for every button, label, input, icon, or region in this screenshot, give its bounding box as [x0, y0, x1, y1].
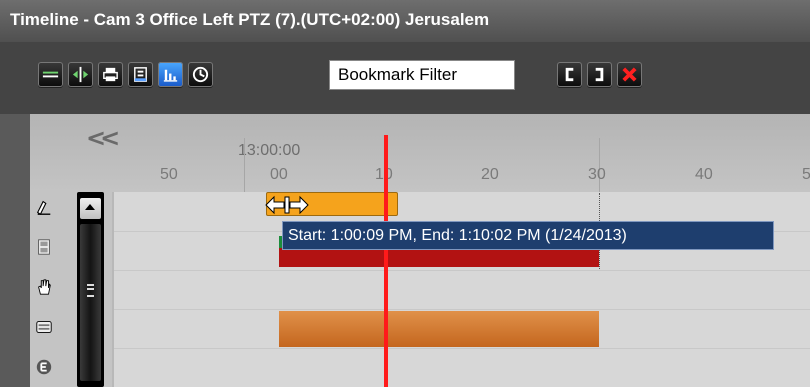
track-separator	[114, 348, 810, 349]
toolbar: Bookmark Filter	[0, 42, 810, 114]
bookmark-e-icon[interactable]	[35, 358, 53, 376]
tick-label: 20	[481, 166, 499, 183]
statistics-button[interactable]	[158, 62, 183, 87]
tick-label: 5	[802, 166, 810, 183]
track-separator	[114, 309, 810, 310]
time-button[interactable]	[188, 62, 213, 87]
zoom-slider-thumb[interactable]	[80, 224, 101, 381]
collapse-left-icon[interactable]: <<	[86, 124, 120, 152]
mark-end-icon	[595, 67, 604, 82]
subtitle-icon	[42, 71, 59, 78]
bookmark-tooltip: Start: 1:00:09 PM, End: 1:10:02 PM (1/24…	[282, 221, 774, 250]
statistics-icon	[163, 69, 178, 82]
mark-end-button[interactable]	[587, 62, 612, 87]
time-ruler[interactable]: << 13:00:00 50 00 10 20 30 40 5	[30, 114, 810, 192]
tick-label: 30	[588, 166, 606, 183]
edit-icon[interactable]	[35, 198, 53, 216]
keyboard-icon[interactable]	[35, 318, 53, 336]
ruler-time-label: 13:00:00	[238, 142, 301, 159]
clear-marks-button[interactable]	[617, 62, 642, 87]
print-button[interactable]	[98, 62, 123, 87]
subtitle-button[interactable]	[38, 62, 63, 87]
window-titlebar: Timeline - Cam 3 Office Left PTZ (7).(UT…	[0, 0, 810, 42]
time-icon	[192, 66, 209, 83]
tick-label: 40	[695, 166, 713, 183]
fit-button[interactable]	[68, 62, 93, 87]
recording-bar[interactable]	[279, 248, 599, 267]
print-icon	[103, 67, 118, 82]
bookmark-filter-input[interactable]: Bookmark Filter	[329, 60, 515, 90]
tick-label: 00	[270, 166, 288, 183]
zoom-up-icon[interactable]	[80, 198, 101, 219]
playhead[interactable]	[384, 135, 388, 387]
fit-icon	[72, 66, 89, 83]
resize-cursor-icon	[264, 194, 310, 216]
film-icon[interactable]	[35, 238, 53, 256]
mark-start-icon	[565, 67, 574, 82]
export-icon	[134, 67, 147, 82]
tick-line	[244, 138, 245, 192]
tick-label: 50	[160, 166, 178, 183]
export-button[interactable]	[128, 62, 153, 87]
event-bar[interactable]	[279, 311, 599, 347]
zoom-slider[interactable]	[77, 192, 104, 387]
window-title: Timeline - Cam 3 Office Left PTZ (7).(UT…	[10, 10, 490, 29]
grip-icon	[87, 284, 94, 297]
clear-marks-icon	[622, 67, 637, 82]
track-separator	[114, 270, 810, 271]
mark-start-button[interactable]	[557, 62, 582, 87]
hand-icon[interactable]	[35, 278, 53, 296]
